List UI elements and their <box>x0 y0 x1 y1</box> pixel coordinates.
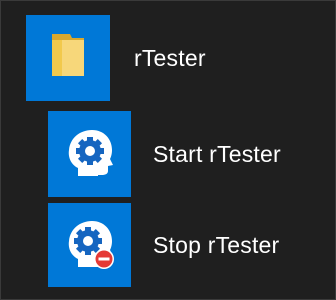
start-menu-group: rTester Start rTester Stop rTester <box>0 0 336 300</box>
start-rtester-tile <box>48 111 131 197</box>
stop-rtester-label: Stop rTester <box>153 231 280 258</box>
stop-rtester-item[interactable]: Stop rTester <box>48 203 279 287</box>
folder-label: rTester <box>134 44 206 71</box>
stop-rtester-tile <box>48 203 131 287</box>
folder-rtester[interactable]: rTester <box>26 15 206 101</box>
brain-gear-icon <box>64 124 116 185</box>
folder-icon <box>48 32 88 85</box>
folder-tile <box>26 15 110 101</box>
start-rtester-item[interactable]: Start rTester <box>48 111 281 197</box>
start-rtester-label: Start rTester <box>153 140 281 167</box>
brain-gear-stop-icon <box>64 215 116 276</box>
